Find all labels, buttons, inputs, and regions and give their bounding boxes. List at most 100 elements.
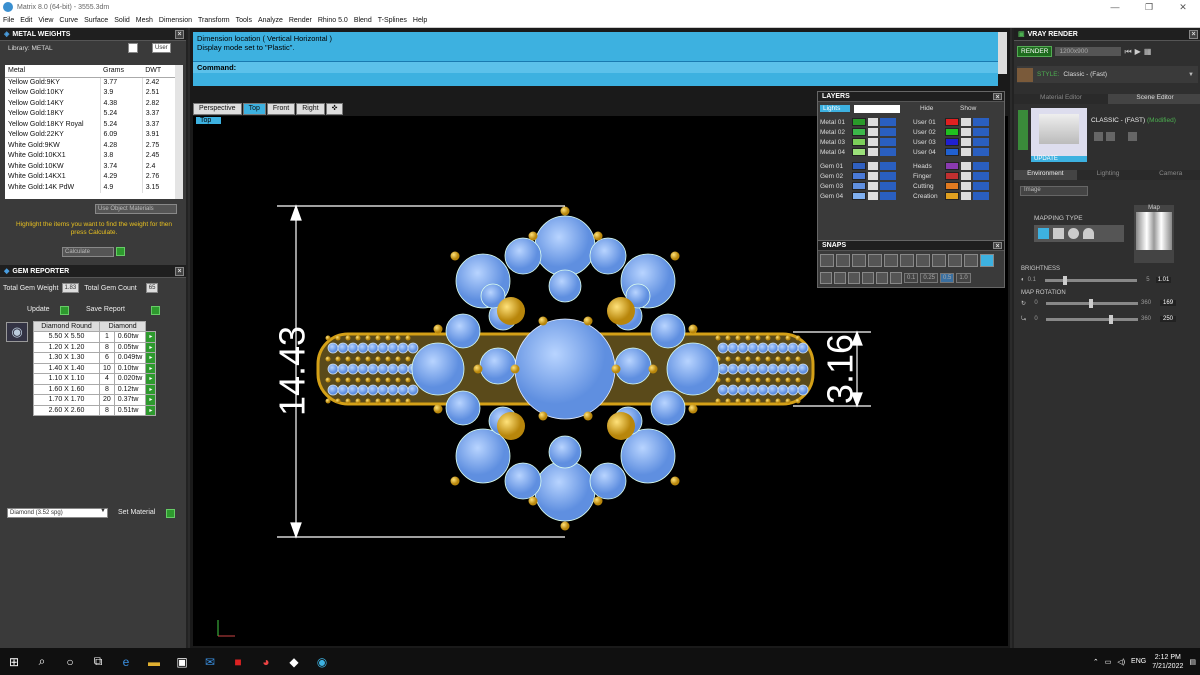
calculate-field[interactable]: Calculate <box>62 247 114 257</box>
table-row[interactable]: 2.60 X 2.60 8 0.51tw ▸ <box>33 404 157 416</box>
layer-visibility-icon[interactable] <box>880 162 896 170</box>
layer-lock-icon[interactable] <box>961 182 971 190</box>
menu-surface[interactable]: Surface <box>84 17 108 24</box>
file-explorer-icon[interactable]: ▬ <box>140 648 168 675</box>
layer-color-swatch[interactable] <box>945 128 959 136</box>
tab-front[interactable]: Front <box>266 103 296 115</box>
map-dome-icon[interactable] <box>1083 228 1094 239</box>
metal-list-scrollbar[interactable] <box>175 65 183 199</box>
layer-row[interactable]: Gem 01 <box>820 161 904 171</box>
layer-lock-icon[interactable] <box>961 162 971 170</box>
select-row-button[interactable]: ▸ <box>145 394 157 406</box>
layer-lock-icon[interactable] <box>961 138 971 146</box>
notifications-icon[interactable]: ▤ <box>1189 658 1196 666</box>
volume-icon[interactable]: ◁) <box>1117 658 1125 666</box>
lights-swatch[interactable] <box>854 105 900 113</box>
select-row-button[interactable]: ▸ <box>145 341 157 353</box>
table-row[interactable]: 1.10 X 1.10 4 0.020tw ▸ <box>33 373 157 385</box>
snap-mode-icon[interactable] <box>848 272 860 284</box>
table-row[interactable]: 1.70 X 1.70 20 0.37tw ▸ <box>33 394 157 406</box>
table-row[interactable]: 1.60 X 1.60 8 0.12tw ▸ <box>33 383 157 395</box>
map-sphere-icon[interactable] <box>1068 228 1079 239</box>
folder-icon[interactable] <box>1128 132 1137 141</box>
layer-lock-icon[interactable] <box>961 192 971 200</box>
layer-visibility-icon[interactable] <box>880 148 896 156</box>
network-icon[interactable]: ▭ <box>1105 658 1112 666</box>
layer-lock-icon[interactable] <box>868 148 878 156</box>
layer-row[interactable]: User 02 <box>913 127 1003 137</box>
settings-icon[interactable]: ▦ <box>1144 47 1152 56</box>
layer-row[interactable]: Metal 02 <box>820 127 904 137</box>
select-row-button[interactable]: ▸ <box>145 352 157 364</box>
col-metal[interactable]: Metal <box>5 65 100 78</box>
select-row-button[interactable]: ▸ <box>145 331 157 343</box>
layer-visibility-icon[interactable] <box>973 128 989 136</box>
update-button[interactable] <box>60 306 69 315</box>
save-icon[interactable] <box>1094 132 1103 141</box>
menu-transform[interactable]: Transform <box>198 17 230 24</box>
close-icon[interactable]: × <box>175 30 184 39</box>
menu-help[interactable]: Help <box>413 17 427 24</box>
snap-mode-icon[interactable] <box>890 272 902 284</box>
snap-value-button[interactable]: 0.5 <box>940 273 955 283</box>
snap-tool-icon[interactable] <box>916 254 930 267</box>
layer-row[interactable]: Heads <box>913 161 1003 171</box>
layer-color-swatch[interactable] <box>852 128 866 136</box>
layer-row[interactable]: User 04 <box>913 147 1003 157</box>
snap-tool-icon[interactable] <box>964 254 978 267</box>
layer-visibility-icon[interactable] <box>880 118 896 126</box>
map-preview[interactable]: Map <box>1134 205 1174 263</box>
layer-lock-icon[interactable] <box>868 192 878 200</box>
table-row[interactable]: White Gold:14KX1 4.29 2.76 <box>5 171 178 182</box>
layer-color-swatch[interactable] <box>852 162 866 170</box>
rotation-2-value[interactable]: 250 <box>1160 316 1177 322</box>
snap-mode-icon[interactable] <box>820 272 832 284</box>
close-icon[interactable]: × <box>993 93 1002 101</box>
tab-material-editor[interactable]: Material Editor <box>1014 94 1108 104</box>
tab-scene-editor[interactable]: Scene Editor <box>1108 94 1200 104</box>
snap-tool-icon[interactable] <box>836 254 850 267</box>
add-tab-icon[interactable]: ✜ <box>325 103 344 115</box>
clock[interactable]: 2:12 PM 7/21/2022 <box>1152 653 1183 671</box>
layer-lock-icon[interactable] <box>961 148 971 156</box>
collapse-handle[interactable] <box>1018 110 1028 150</box>
command-scrollbar[interactable] <box>998 32 1007 74</box>
layer-lock-icon[interactable] <box>868 182 878 190</box>
snap-mode-icon[interactable] <box>834 272 846 284</box>
copy-icon[interactable] <box>1106 132 1115 141</box>
table-row[interactable]: White Gold:9KW 4.28 2.75 <box>5 140 178 151</box>
select-row-button[interactable]: ▸ <box>145 373 157 385</box>
env-type-select[interactable]: Image <box>1020 186 1088 196</box>
snap-value-button[interactable]: 1.0 <box>956 273 971 283</box>
update-preset-button[interactable]: UPDATE <box>1031 156 1087 162</box>
windows-start-icon[interactable]: ⊞ <box>0 648 28 675</box>
select-row-button[interactable]: ▸ <box>145 362 157 374</box>
chevron-up-icon[interactable]: ⌃ <box>1093 658 1099 666</box>
material-select[interactable]: Diamond (3.52 spg) <box>7 508 108 518</box>
user-button[interactable]: User <box>152 43 171 53</box>
tab-right[interactable]: Right <box>296 103 325 115</box>
layer-visibility-icon[interactable] <box>973 118 989 126</box>
layer-row[interactable]: Gem 02 <box>820 171 904 181</box>
chrome-icon[interactable]: ◕ <box>252 648 280 675</box>
table-row[interactable]: Yellow Gold:18KY Royal 5.24 3.37 <box>5 119 178 130</box>
menu-dimension[interactable]: Dimension <box>159 17 192 24</box>
edge-icon[interactable]: e <box>112 648 140 675</box>
layer-color-swatch[interactable] <box>945 192 959 200</box>
snap-tool-icon[interactable] <box>820 254 834 267</box>
layer-row[interactable]: Creation <box>913 191 1003 201</box>
style-row[interactable]: STYLE: Classic - (Fast) ▼ <box>1017 66 1198 83</box>
menu-rhino[interactable]: Rhino 5.0 <box>318 17 348 24</box>
render-button[interactable]: RENDER <box>1017 46 1053 57</box>
layer-color-swatch[interactable] <box>852 172 866 180</box>
set-material-label[interactable]: Set Material <box>118 509 155 516</box>
layer-lock-icon[interactable] <box>868 128 878 136</box>
layer-lock-icon[interactable] <box>868 118 878 126</box>
layer-row[interactable]: Finger <box>913 171 1003 181</box>
table-row[interactable]: Yellow Gold:14KY 4.38 2.82 <box>5 98 178 109</box>
save-report-label[interactable]: Save Report <box>86 306 125 313</box>
map-box-icon[interactable] <box>1053 228 1064 239</box>
layer-lights[interactable]: Lights <box>820 105 850 112</box>
menu-solid[interactable]: Solid <box>114 17 130 24</box>
snap-value-button[interactable]: 0.1 <box>904 273 919 283</box>
